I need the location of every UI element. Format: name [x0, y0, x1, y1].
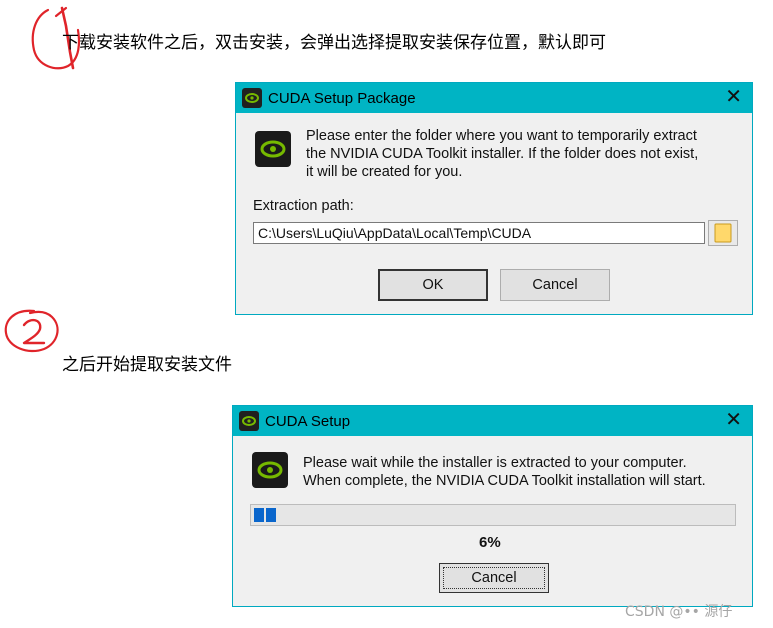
nvidia-logo-icon [242, 88, 262, 108]
cuda-setup-package-dialog: CUDA Setup Package ✕ Please enter the fo… [235, 82, 753, 315]
browse-folder-button[interactable] [708, 220, 738, 246]
extraction-progress-bar [250, 504, 736, 526]
message-line: the NVIDIA CUDA Toolkit installer. If th… [306, 146, 699, 162]
extraction-path-label: Extraction path: [253, 198, 354, 214]
folder-icon [714, 223, 732, 243]
step-one-text: 下载安装软件之后，双击安装，会弹出选择提取安装保存位置，默认即可 [62, 33, 606, 53]
nvidia-logo-icon [255, 131, 291, 167]
dialog-title: CUDA Setup Package [268, 89, 416, 107]
progress-percent-label: 6% [479, 534, 501, 551]
cuda-setup-progress-dialog: CUDA Setup ✕ Please wait while the insta… [232, 405, 753, 607]
csdn-watermark: CSDN @•• 源仔 [625, 604, 733, 620]
title-bar[interactable]: CUDA Setup ✕ [233, 406, 752, 436]
dialog-message: Please wait while the installer is extra… [303, 454, 706, 490]
message-line: Please enter the folder where you want t… [306, 128, 697, 144]
cancel-button[interactable]: Cancel [439, 563, 549, 593]
close-icon[interactable]: ✕ [725, 409, 742, 431]
cancel-button[interactable]: Cancel [500, 269, 610, 301]
dialog-title: CUDA Setup [265, 412, 351, 430]
progress-segment [254, 508, 264, 522]
nvidia-logo-icon [252, 452, 288, 488]
title-bar[interactable]: CUDA Setup Package ✕ [236, 83, 752, 113]
step-two-text: 之后开始提取安装文件 [62, 355, 232, 375]
nvidia-logo-icon [239, 411, 259, 431]
dialog-message: Please enter the folder where you want t… [306, 127, 698, 181]
progress-segment [266, 508, 276, 522]
step-two-circle-annotation [4, 309, 59, 353]
message-line: When complete, the NVIDIA CUDA Toolkit i… [303, 473, 706, 489]
message-line: Please wait while the installer is extra… [303, 455, 687, 471]
extraction-path-input[interactable]: C:\Users\LuQiu\AppData\Local\Temp\CUDA [253, 222, 705, 244]
ok-button[interactable]: OK [378, 269, 488, 301]
close-icon[interactable]: ✕ [725, 86, 742, 108]
message-line: it will be created for you. [306, 164, 463, 180]
